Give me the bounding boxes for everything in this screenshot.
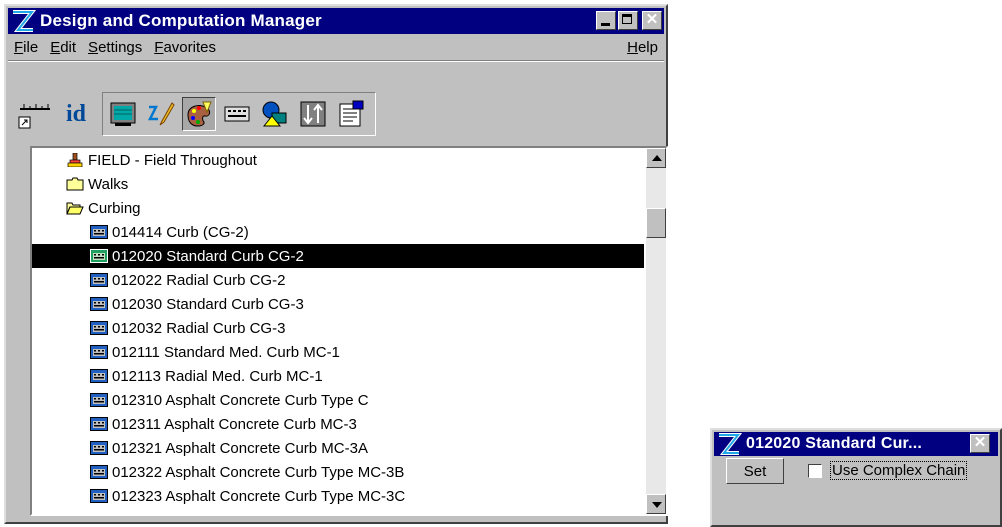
- item-icon: [90, 489, 112, 503]
- transfer-icon[interactable]: [296, 97, 330, 131]
- set-button[interactable]: Set: [726, 458, 784, 484]
- maximize-button[interactable]: [618, 11, 638, 30]
- scroll-thumb[interactable]: [646, 208, 666, 238]
- properties-icon[interactable]: [334, 97, 368, 131]
- close-button[interactable]: ✕: [642, 11, 662, 30]
- tree-item-label: FIELD - Field Throughout: [88, 151, 257, 169]
- tree-item[interactable]: 012322 Asphalt Concrete Curb Type MC-3B: [32, 460, 644, 484]
- tree-item[interactable]: 014414 Curb (CG-2): [32, 220, 644, 244]
- tree-item[interactable]: 012321 Asphalt Concrete Curb MC-3A: [32, 436, 644, 460]
- draw-icon[interactable]: [144, 97, 178, 131]
- scroll-up-button[interactable]: [646, 148, 666, 168]
- folder-closed-icon: [66, 177, 88, 191]
- menu-help[interactable]: Help: [627, 39, 658, 56]
- tree-item-label: Curbing: [88, 199, 141, 217]
- tree-item-label: 012111 Standard Med. Curb MC-1: [112, 343, 340, 361]
- tree-item-label: 012030 Standard Curb CG-3: [112, 295, 304, 313]
- item-dialog: 012020 Standard Cur... ✕ Set Use Complex…: [710, 428, 1002, 527]
- app-logo-icon: [719, 433, 742, 455]
- item-icon: [90, 249, 112, 263]
- main-window: Design and Computation Manager ✕ File Ed…: [4, 4, 668, 524]
- dialog-title: 012020 Standard Cur...: [746, 435, 923, 452]
- item-icon: [90, 297, 112, 311]
- tree-item-label: 012322 Asphalt Concrete Curb Type MC-3B: [112, 463, 405, 481]
- tree-item-label: 012321 Asphalt Concrete Curb MC-3A: [112, 439, 368, 457]
- tree-items: FIELD - Field Throughout Walks Curbing 0144…: [32, 148, 644, 508]
- tree-list[interactable]: FIELD - Field Throughout Walks Curbing 0144…: [30, 146, 668, 516]
- item-icon: [90, 345, 112, 359]
- tree-item-label: 012311 Asphalt Concrete Curb MC-3: [112, 415, 357, 433]
- item-icon: [90, 225, 112, 239]
- folder-open-icon: [66, 201, 88, 215]
- tree-item-label: Walks: [88, 175, 129, 193]
- item-icon: [90, 321, 112, 335]
- tree-item[interactable]: 012032 Radial Curb CG-3: [32, 316, 644, 340]
- menu-favorites[interactable]: Favorites: [154, 39, 216, 56]
- vertical-scrollbar[interactable]: [646, 148, 666, 514]
- tree-item[interactable]: FIELD - Field Throughout: [32, 148, 644, 172]
- tree-item[interactable]: 012030 Standard Curb CG-3: [32, 292, 644, 316]
- tree-item[interactable]: 012020 Standard Curb CG-2: [32, 244, 644, 268]
- tree-item[interactable]: 012111 Standard Med. Curb MC-1: [32, 340, 644, 364]
- item-icon: [90, 369, 112, 383]
- shapes-icon[interactable]: [258, 97, 292, 131]
- ruler-icon[interactable]: [18, 97, 54, 131]
- item-icon: [90, 465, 112, 479]
- toolbar: id: [18, 92, 376, 136]
- tool-group: [102, 92, 376, 136]
- tree-item[interactable]: Curbing: [32, 196, 644, 220]
- item-icon: [90, 273, 112, 287]
- tree-item[interactable]: 012113 Radial Med. Curb MC-1: [32, 364, 644, 388]
- tree-item-label: 012310 Asphalt Concrete Curb Type C: [112, 391, 369, 409]
- menu-settings[interactable]: Settings: [88, 39, 142, 56]
- dialog-close-button[interactable]: ✕: [970, 434, 990, 453]
- title-bar[interactable]: Design and Computation Manager ✕: [8, 8, 664, 34]
- menu-file[interactable]: File: [14, 39, 38, 56]
- tree-item[interactable]: 012022 Radial Curb CG-2: [32, 268, 644, 292]
- minimize-button[interactable]: [596, 11, 616, 30]
- id-icon[interactable]: id: [56, 101, 96, 128]
- keypad-icon[interactable]: [220, 97, 254, 131]
- tree-item-label: 012020 Standard Curb CG-2: [112, 247, 304, 265]
- window-title: Design and Computation Manager: [40, 11, 322, 30]
- menu-divider: [8, 60, 664, 62]
- dialog-title-bar[interactable]: 012020 Standard Cur... ✕: [714, 432, 998, 456]
- tree-item-label: 012323 Asphalt Concrete Curb Type MC-3C: [112, 487, 406, 505]
- tree-item[interactable]: 012311 Asphalt Concrete Curb MC-3: [32, 412, 644, 436]
- tree-item-label: 014414 Curb (CG-2): [112, 223, 249, 241]
- tree-item-label: 012032 Radial Curb CG-3: [112, 319, 286, 337]
- item-icon: [90, 441, 112, 455]
- checkbox-label[interactable]: Use Complex Chain: [830, 461, 968, 480]
- use-complex-chain-checkbox[interactable]: [808, 464, 822, 478]
- paintbrush-icon: [66, 153, 88, 167]
- paint-palette-icon[interactable]: [182, 97, 216, 131]
- tree-item-label: 012113 Radial Med. Curb MC-1: [112, 367, 323, 385]
- tree-item[interactable]: Walks: [32, 172, 644, 196]
- tree-item[interactable]: 012323 Asphalt Concrete Curb Type MC-3C: [32, 484, 644, 508]
- scroll-down-button[interactable]: [646, 494, 666, 514]
- tree-item[interactable]: 012310 Asphalt Concrete Curb Type C: [32, 388, 644, 412]
- menu-edit[interactable]: Edit: [50, 39, 76, 56]
- app-logo-icon: [13, 10, 36, 32]
- item-icon: [90, 417, 112, 431]
- item-icon: [90, 393, 112, 407]
- tree-item-label: 012022 Radial Curb CG-2: [112, 271, 286, 289]
- dialog-icon[interactable]: [106, 97, 140, 131]
- menu-bar: File Edit Settings Favorites Help: [8, 36, 664, 58]
